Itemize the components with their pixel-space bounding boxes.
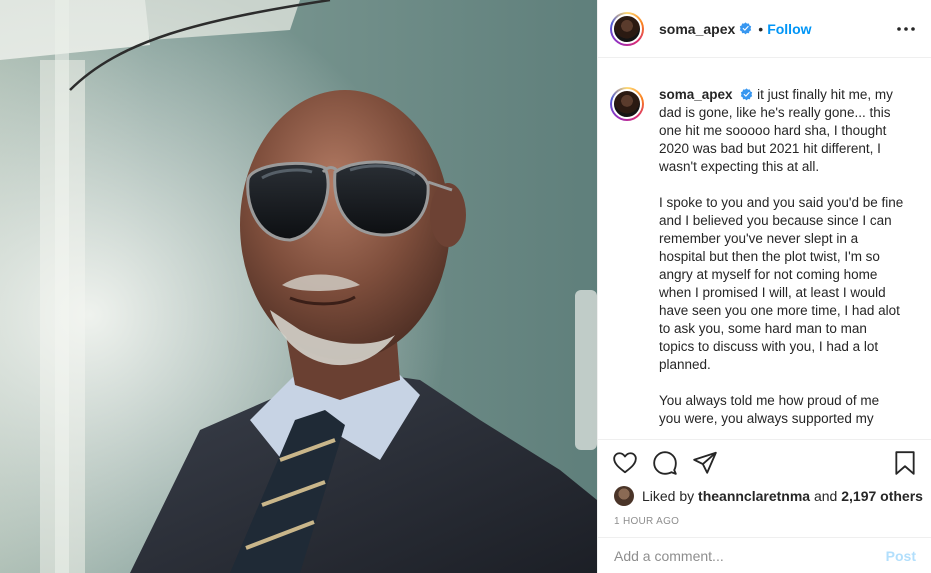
post-comment-button[interactable]: Post — [886, 548, 916, 564]
caption-username[interactable]: soma_apex — [659, 87, 733, 102]
comment-icon[interactable] — [652, 450, 678, 476]
liker-username[interactable]: theannclaretnma — [698, 488, 810, 504]
verified-badge-icon — [741, 88, 753, 101]
post-photo[interactable] — [0, 0, 597, 573]
caption-paragraph: I spoke to you and you said you'd be fin… — [659, 195, 904, 372]
follow-button[interactable]: Follow — [767, 21, 811, 37]
author-avatar[interactable] — [610, 11, 644, 46]
share-send-icon[interactable] — [692, 450, 718, 476]
caption-text: soma_apex it just finally hit me, my dad… — [659, 86, 904, 439]
liker-avatar[interactable] — [614, 486, 634, 506]
likes-and: and — [813, 488, 838, 504]
post-actions-section: Liked by theannclaretnma and 2,197 other… — [598, 439, 931, 573]
author-username[interactable]: soma_apex — [659, 21, 735, 37]
post-details-panel: soma_apex • Follow soma_apex it just fin… — [597, 0, 931, 573]
photo-image — [0, 0, 597, 573]
caption-paragraph: You always told me how proud of me you w… — [659, 393, 880, 426]
caption-author-avatar[interactable] — [610, 87, 644, 121]
save-bookmark-icon[interactable] — [892, 450, 918, 476]
comment-input[interactable] — [614, 548, 886, 564]
post-header: soma_apex • Follow — [598, 0, 931, 58]
caption-section: soma_apex it just finally hit me, my dad… — [598, 58, 931, 439]
likes-others-link[interactable]: 2,197 others — [841, 488, 923, 504]
like-heart-icon[interactable] — [612, 450, 638, 476]
header-separator: • — [758, 20, 764, 37]
likes-summary: Liked by theannclaretnma and 2,197 other… — [614, 486, 923, 506]
verified-badge-icon — [740, 22, 752, 35]
more-options-icon[interactable] — [896, 19, 916, 39]
action-bar — [612, 450, 718, 476]
likes-prefix: Liked by — [642, 488, 695, 504]
post-timestamp[interactable]: 1 HOUR AGO — [614, 516, 679, 527]
comment-form: Post — [598, 537, 931, 573]
